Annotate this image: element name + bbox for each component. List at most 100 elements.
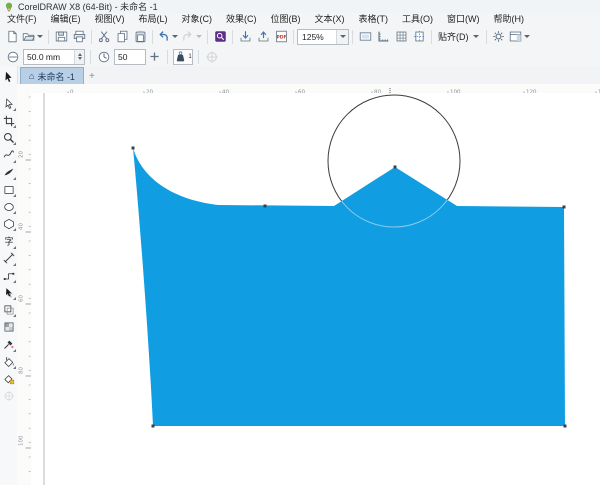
smart-fill-tool-icon — [3, 373, 15, 385]
spinner-down-icon[interactable] — [78, 57, 82, 60]
dimension-tool[interactable] — [1, 251, 16, 266]
smart-fill-tool[interactable] — [1, 371, 16, 386]
flyout-indicator-icon — [13, 139, 16, 145]
new-document-button[interactable] — [3, 28, 21, 46]
publish-pdf-button[interactable] — [272, 28, 290, 46]
pick-tool[interactable] — [1, 69, 16, 84]
new-document-icon — [6, 30, 19, 43]
color-eyedropper-tool[interactable] — [1, 337, 16, 352]
snap-to-button[interactable]: 贴齐(D) — [435, 28, 483, 46]
menu-tools[interactable]: 工具(O) — [395, 13, 440, 26]
shape-node[interactable] — [564, 425, 567, 428]
zoom-level-dropdown-button[interactable] — [336, 30, 348, 44]
menu-bitmaps[interactable]: 位图(B) — [264, 13, 308, 26]
rate-icon[interactable] — [96, 49, 112, 65]
new-document-tab-button[interactable]: + — [84, 68, 100, 84]
undo-button[interactable] — [156, 28, 180, 46]
svg-text:60: 60 — [19, 295, 25, 302]
artistic-media-tool[interactable] — [1, 165, 16, 180]
shape-node[interactable] — [563, 206, 566, 209]
application-launcher-button[interactable] — [508, 28, 532, 46]
zoom-tool[interactable] — [1, 130, 16, 145]
print-button[interactable] — [70, 28, 88, 46]
open-button[interactable] — [21, 28, 45, 46]
interactive-fill-tool[interactable] — [1, 354, 16, 369]
spinner-up-icon[interactable] — [78, 53, 82, 56]
menu-text[interactable]: 文本(X) — [308, 13, 352, 26]
transparency-tool[interactable] — [1, 320, 16, 335]
cut-button[interactable] — [95, 28, 113, 46]
svg-text:100: 100 — [19, 435, 25, 446]
text-tool[interactable] — [1, 234, 16, 249]
menu-layout[interactable]: 布局(L) — [132, 13, 175, 26]
contour-tool[interactable] — [1, 302, 16, 317]
drawing-canvas[interactable] — [31, 93, 600, 485]
paste-button[interactable] — [131, 28, 149, 46]
shape-node[interactable] — [152, 425, 155, 428]
shape-node[interactable] — [394, 166, 397, 169]
export-button[interactable] — [254, 28, 272, 46]
property-bar: 1 — [0, 47, 600, 67]
toolbar-separator — [431, 30, 432, 44]
search-content-button[interactable] — [211, 28, 229, 46]
menu-window[interactable]: 窗口(W) — [440, 13, 487, 26]
nib-shape-icon[interactable] — [5, 49, 21, 65]
polygon-tool[interactable] — [1, 216, 16, 231]
shape-tool[interactable] — [1, 96, 16, 111]
flyout-indicator-icon — [13, 191, 16, 197]
edit-anchor-tool — [1, 388, 16, 403]
flyout-indicator-icon — [13, 122, 16, 128]
menu-effects[interactable]: 效果(C) — [219, 13, 264, 26]
rate-field — [114, 49, 146, 65]
pick-tool-icon — [3, 71, 15, 83]
pen-pressure-button[interactable]: 1 — [173, 49, 193, 65]
toolbar-separator — [48, 30, 49, 44]
document-tab[interactable]: ⌂ 未命名 -1 — [20, 67, 84, 84]
increase-value-button[interactable] — [146, 49, 162, 65]
propbar-separator — [198, 50, 199, 64]
export-icon — [257, 30, 270, 43]
flyout-indicator-icon — [13, 105, 16, 111]
connector-tool[interactable] — [1, 268, 16, 283]
menu-view[interactable]: 视图(V) — [88, 13, 132, 26]
shape-node[interactable] — [132, 147, 135, 150]
shape-node[interactable] — [264, 205, 267, 208]
svg-text:20: 20 — [19, 151, 25, 158]
menu-table[interactable]: 表格(T) — [352, 13, 396, 26]
drop-shadow-tool[interactable] — [1, 285, 16, 300]
options-button[interactable] — [490, 28, 508, 46]
flyout-indicator-icon — [13, 174, 16, 180]
save-button[interactable] — [52, 28, 70, 46]
show-guidelines-button[interactable] — [410, 28, 428, 46]
flyout-indicator-icon — [13, 294, 16, 300]
show-grid-button[interactable] — [392, 28, 410, 46]
full-screen-preview-button[interactable] — [356, 28, 374, 46]
transparency-tool-icon — [3, 321, 15, 333]
nib-size-spinner[interactable] — [74, 50, 84, 64]
menu-edit[interactable]: 编辑(E) — [44, 13, 88, 26]
menu-object[interactable]: 对象(C) — [175, 13, 220, 26]
show-rulers-button[interactable] — [374, 28, 392, 46]
import-button[interactable] — [236, 28, 254, 46]
nib-size-input[interactable] — [24, 51, 74, 63]
chevron-down-icon — [37, 35, 43, 38]
snap-to-label: 贴齐(D) — [438, 30, 469, 43]
rectangle-tool[interactable] — [1, 182, 16, 197]
zoom-level-combo[interactable]: 125% — [297, 29, 349, 45]
rate-input[interactable] — [115, 51, 145, 63]
chevron-down-icon — [340, 35, 346, 38]
menu-help[interactable]: 帮助(H) — [487, 13, 532, 26]
document-tab-bar: ⌂ 未命名 -1 + — [17, 66, 600, 85]
toolbox — [0, 66, 18, 485]
flyout-indicator-icon — [13, 311, 16, 317]
freehand-tool[interactable] — [1, 148, 16, 163]
blue-curve-shape[interactable] — [133, 148, 565, 426]
crop-tool[interactable] — [1, 113, 16, 128]
window-title: CorelDRAW X8 (64-Bit) - 未命名 -1 — [18, 0, 158, 13]
copy-button[interactable] — [113, 28, 131, 46]
ellipse-tool[interactable] — [1, 199, 16, 214]
menu-file[interactable]: 文件(F) — [0, 13, 44, 26]
vertical-ruler[interactable]: 20406080100 — [17, 93, 32, 485]
chevron-down-icon — [473, 35, 479, 38]
toolbar-separator — [486, 30, 487, 44]
